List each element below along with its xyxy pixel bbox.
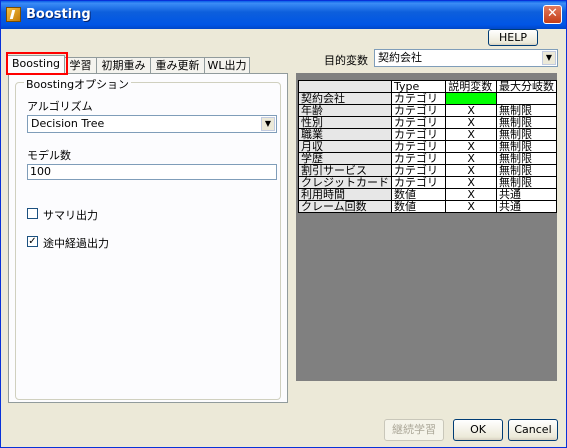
- max-branch-cell[interactable]: 無制限: [496, 152, 557, 165]
- max-branch-cell[interactable]: 無制限: [496, 116, 557, 129]
- type-cell[interactable]: カテゴリ: [390, 92, 447, 105]
- grid-corner-cell: [298, 80, 392, 93]
- dropdown-arrow-icon[interactable]: ▼: [542, 51, 556, 65]
- table-row[interactable]: クレジットカード カテゴリ X 無制限: [298, 176, 557, 189]
- help-button[interactable]: HELP: [488, 29, 538, 46]
- tab-initial-weight[interactable]: 初期重み: [96, 57, 151, 73]
- table-row[interactable]: クレーム回数 数値 X 共通: [298, 200, 557, 213]
- type-cell[interactable]: カテゴリ: [390, 152, 447, 165]
- grid-header-explanatory: 説明変数: [445, 80, 497, 93]
- window-title: Boosting: [26, 7, 91, 22]
- type-cell[interactable]: カテゴリ: [390, 140, 447, 153]
- explanatory-cell[interactable]: X: [445, 104, 497, 117]
- explanatory-cell-target[interactable]: [445, 92, 497, 105]
- title-bar[interactable]: Boosting ✕: [1, 1, 566, 29]
- type-cell[interactable]: カテゴリ: [390, 128, 447, 141]
- explanatory-cell[interactable]: X: [445, 200, 497, 213]
- boosting-dialog: Boosting ✕ HELP 目的変数 契約会社 ▼ Boosting 学習 …: [0, 0, 567, 448]
- explanatory-cell[interactable]: X: [445, 140, 497, 153]
- group-title: Boostingオプション: [24, 76, 132, 92]
- type-cell[interactable]: 数値: [390, 188, 447, 201]
- variable-name-cell: 契約会社: [298, 92, 392, 105]
- boosting-tab-panel: Boostingオプション アルゴリズム Decision Tree ▼ モデル…: [8, 73, 288, 403]
- table-row[interactable]: 月収 カテゴリ X 無制限: [298, 140, 557, 153]
- max-branch-cell[interactable]: 共通: [496, 200, 557, 213]
- progress-output-checkbox[interactable]: ✓: [27, 236, 38, 247]
- summary-output-checkbox[interactable]: [27, 208, 38, 219]
- variable-name-cell: 性別: [298, 116, 392, 129]
- grid-header-max-branch: 最大分岐数: [496, 80, 557, 93]
- tab-boosting[interactable]: Boosting: [7, 55, 65, 75]
- summary-output-label: サマリ出力: [43, 209, 98, 222]
- explanatory-cell[interactable]: X: [445, 128, 497, 141]
- variable-name-cell: 職業: [298, 128, 392, 141]
- tab-learning[interactable]: 学習: [64, 57, 97, 73]
- close-button[interactable]: ✕: [543, 5, 562, 24]
- algorithm-label: アルゴリズム: [27, 100, 93, 113]
- cancel-button[interactable]: Cancel: [508, 419, 558, 441]
- type-cell[interactable]: カテゴリ: [390, 164, 447, 177]
- explanatory-cell[interactable]: X: [445, 176, 497, 189]
- progress-output-label: 途中経過出力: [43, 237, 109, 250]
- max-branch-cell[interactable]: 無制限: [496, 104, 557, 117]
- algorithm-value: Decision Tree: [31, 117, 105, 130]
- grid-header-type: Type: [390, 80, 447, 93]
- variable-name-cell: 月収: [298, 140, 392, 153]
- variable-name-cell: クレーム回数: [298, 200, 392, 213]
- model-count-label: モデル数: [27, 149, 71, 162]
- variable-name-cell: 利用時間: [298, 188, 392, 201]
- continue-learning-button[interactable]: 継続学習: [384, 419, 444, 441]
- app-icon: [6, 7, 21, 22]
- variable-name-cell: 割引サービス: [298, 164, 392, 177]
- model-count-input[interactable]: 100: [27, 164, 277, 180]
- algorithm-select[interactable]: Decision Tree ▼: [27, 115, 277, 133]
- max-branch-cell[interactable]: 無制限: [496, 128, 557, 141]
- target-variable-value: 契約会社: [378, 51, 422, 64]
- tab-wl-output[interactable]: WL出力: [204, 57, 250, 73]
- table-row[interactable]: 年齢 カテゴリ X 無制限: [298, 104, 557, 117]
- type-cell[interactable]: 数値: [390, 200, 447, 213]
- tab-weight-update[interactable]: 重み更新: [150, 57, 205, 73]
- max-branch-cell[interactable]: 無制限: [496, 176, 557, 189]
- max-branch-cell[interactable]: 無制限: [496, 164, 557, 177]
- variable-name-cell: クレジットカード: [298, 176, 392, 189]
- table-row[interactable]: 利用時間 数値 X 共通: [298, 188, 557, 201]
- variable-grid-area: Type 説明変数 最大分岐数 契約会社 カテゴリ 年齢 カテゴリ X 無制限 …: [296, 73, 557, 381]
- dropdown-arrow-icon[interactable]: ▼: [261, 117, 275, 131]
- explanatory-cell[interactable]: X: [445, 152, 497, 165]
- table-row[interactable]: 割引サービス カテゴリ X 無制限: [298, 164, 557, 177]
- table-row[interactable]: 学歴 カテゴリ X 無制限: [298, 152, 557, 165]
- variable-grid[interactable]: Type 説明変数 最大分岐数 契約会社 カテゴリ 年齢 カテゴリ X 無制限 …: [298, 80, 557, 213]
- table-row[interactable]: 契約会社 カテゴリ: [298, 92, 557, 105]
- type-cell[interactable]: カテゴリ: [390, 116, 447, 129]
- table-row[interactable]: 職業 カテゴリ X 無制限: [298, 128, 557, 141]
- max-branch-cell[interactable]: [496, 92, 557, 105]
- type-cell[interactable]: カテゴリ: [390, 104, 447, 117]
- variable-name-cell: 年齢: [298, 104, 392, 117]
- max-branch-cell[interactable]: 無制限: [496, 140, 557, 153]
- explanatory-cell[interactable]: X: [445, 188, 497, 201]
- table-row[interactable]: 性別 カテゴリ X 無制限: [298, 116, 557, 129]
- explanatory-cell[interactable]: X: [445, 164, 497, 177]
- variable-name-cell: 学歴: [298, 152, 392, 165]
- grid-header-row: Type 説明変数 最大分岐数: [298, 80, 557, 93]
- max-branch-cell[interactable]: 共通: [496, 188, 557, 201]
- explanatory-cell[interactable]: X: [445, 116, 497, 129]
- type-cell[interactable]: カテゴリ: [390, 176, 447, 189]
- target-variable-label: 目的変数: [324, 54, 368, 67]
- target-variable-select[interactable]: 契約会社 ▼: [374, 49, 558, 67]
- ok-button[interactable]: OK: [453, 419, 503, 441]
